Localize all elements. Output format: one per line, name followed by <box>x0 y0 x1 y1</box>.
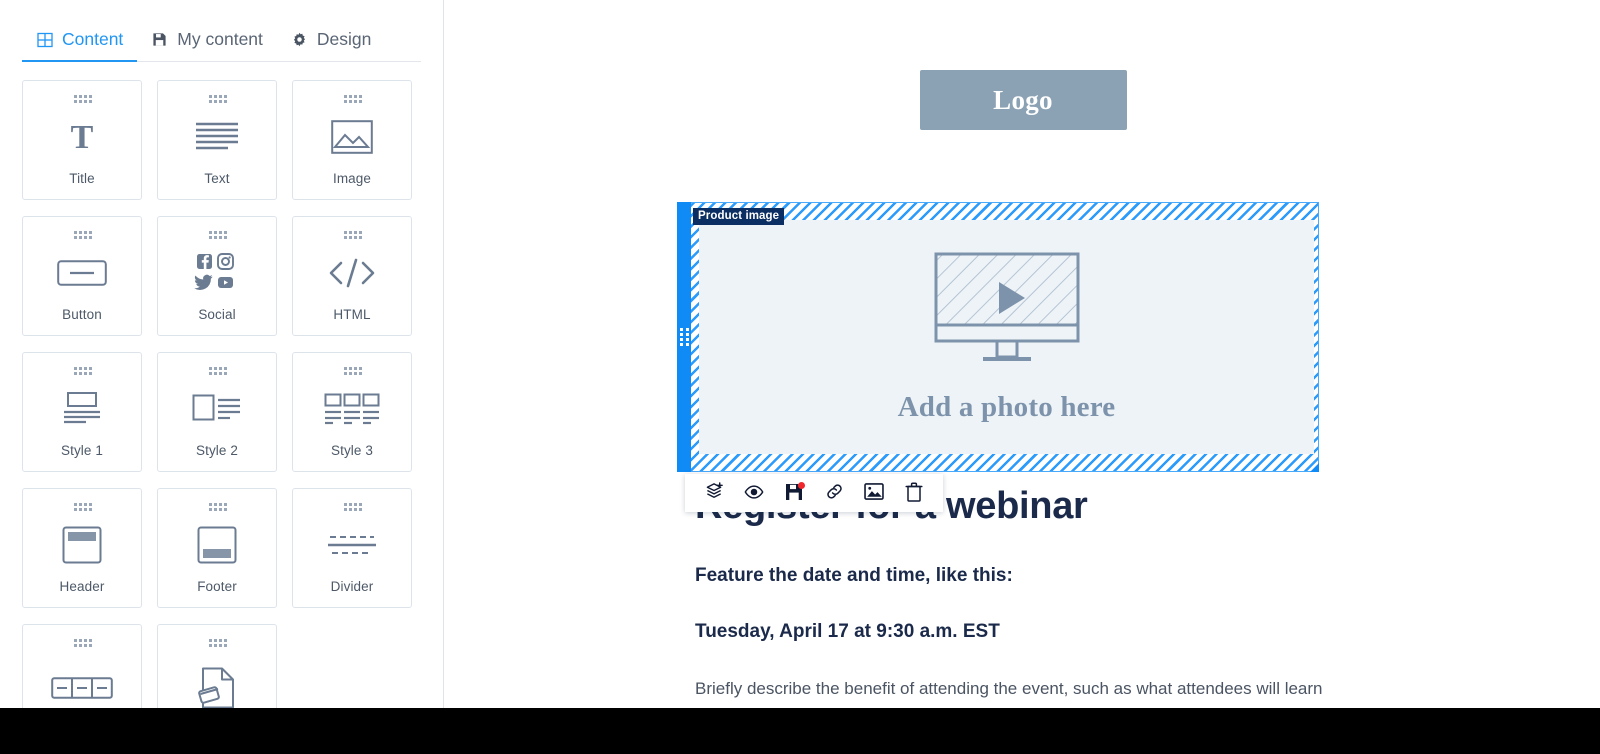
email-document: Logo <box>678 0 1368 130</box>
divider-icon <box>293 510 411 579</box>
block-header[interactable]: Header <box>22 488 142 608</box>
drag-dots-icon <box>208 367 228 375</box>
image-icon <box>293 102 411 171</box>
add-layer-icon <box>705 482 724 504</box>
drag-dots-icon <box>208 503 228 511</box>
email-body-text: Briefly describe the benefit of attendin… <box>695 678 1323 698</box>
style-1-icon <box>23 374 141 443</box>
tab-design-label: Design <box>316 29 372 49</box>
footer-icon <box>158 510 276 579</box>
block-type-badge: Product image <box>693 208 785 225</box>
drag-dots-icon <box>73 503 93 511</box>
link-button[interactable] <box>814 474 854 512</box>
block-button[interactable]: Button <box>22 216 142 336</box>
tab-design[interactable]: Design <box>277 29 385 62</box>
sidebar-tabs: Content My content Design <box>0 0 443 62</box>
block-file-card[interactable] <box>157 624 277 708</box>
block-style-3[interactable]: Style 3 <box>292 352 412 472</box>
block-toolbar <box>685 474 943 512</box>
image-icon <box>864 483 884 503</box>
email-datetime: Tuesday, April 17 at 9:30 a.m. EST <box>695 620 1000 642</box>
tab-my-content[interactable]: My content <box>137 29 277 62</box>
trash-icon <box>905 481 923 505</box>
svg-text:T: T <box>71 119 94 156</box>
block-style-1[interactable]: Style 1 <box>22 352 142 472</box>
code-icon <box>293 238 411 307</box>
drag-dots-icon <box>73 95 93 103</box>
block-text[interactable]: Text <box>157 80 277 200</box>
logo-placeholder[interactable]: Logo <box>919 70 1127 130</box>
resize-handle[interactable] <box>1310 463 1319 472</box>
button-icon <box>23 238 141 307</box>
block-social-label: Social <box>198 307 236 322</box>
drag-dots-icon <box>73 367 93 375</box>
email-copy-block[interactable]: Register for a webinar Feature the date … <box>677 484 1367 702</box>
tab-my-content-label: My content <box>177 29 263 49</box>
eye-icon <box>744 482 764 505</box>
block-style-3-label: Style 3 <box>331 443 373 458</box>
app-root: Content My content Design T Title Text I… <box>0 0 1600 754</box>
block-drag-handle[interactable] <box>677 202 691 472</box>
style-2-icon <box>158 374 276 443</box>
content-blocks-grid: T Title Text Image Button Social HTML St… <box>0 62 443 708</box>
block-social[interactable]: Social <box>157 216 277 336</box>
columns-icon <box>23 646 141 708</box>
drag-dots-icon <box>343 503 363 511</box>
social-icons <box>158 238 276 307</box>
drag-dots-icon <box>208 95 228 103</box>
drag-dots-icon <box>343 95 363 103</box>
file-card-icon <box>158 646 276 708</box>
add-photo-text: Add a photo here <box>897 390 1116 423</box>
drag-grip-icon <box>679 327 689 347</box>
logo-block[interactable]: Logo <box>678 0 1368 130</box>
tab-content[interactable]: Content <box>22 29 138 62</box>
block-style-2-label: Style 2 <box>196 443 238 458</box>
grid-icon <box>36 31 53 48</box>
block-title-label: Title <box>69 171 95 186</box>
bottom-bar <box>0 708 1600 754</box>
link-icon <box>825 482 844 504</box>
save-block-button[interactable] <box>774 474 814 512</box>
image-placeholder-area[interactable]: Add a photo here <box>699 220 1314 454</box>
content-sidebar: Content My content Design T Title Text I… <box>0 0 444 708</box>
email-subheading: Feature the date and time, like this: <box>695 564 1013 586</box>
block-html[interactable]: HTML <box>292 216 412 336</box>
block-columns[interactable] <box>22 624 142 708</box>
block-button-label: Button <box>62 307 102 322</box>
block-html-label: HTML <box>333 307 371 322</box>
gear-icon <box>291 31 308 48</box>
block-header-label: Header <box>59 579 105 594</box>
drag-dots-icon <box>208 639 228 647</box>
block-image[interactable]: Image <box>292 80 412 200</box>
block-style-1-label: Style 1 <box>61 443 103 458</box>
block-divider[interactable]: Divider <box>292 488 412 608</box>
replace-image-button[interactable] <box>854 474 894 512</box>
block-footer-label: Footer <box>197 579 237 594</box>
preview-button[interactable] <box>734 474 774 512</box>
block-title[interactable]: T Title <box>22 80 142 200</box>
unsaved-changes-badge <box>798 482 805 489</box>
tab-content-label: Content <box>62 29 124 49</box>
duplicate-block-button[interactable] <box>694 474 734 512</box>
block-footer[interactable]: Footer <box>157 488 277 608</box>
header-icon <box>23 510 141 579</box>
drag-dots-icon <box>343 367 363 375</box>
drag-dots-icon <box>73 639 93 647</box>
block-style-2[interactable]: Style 2 <box>157 352 277 472</box>
drag-dots-icon <box>208 231 228 239</box>
monitor-photo-icon <box>934 252 1079 361</box>
save-icon <box>151 31 168 48</box>
text-lines-icon <box>158 102 276 171</box>
block-image-label: Image <box>332 171 372 186</box>
block-divider-label: Divider <box>330 579 374 594</box>
delete-block-button[interactable] <box>894 474 934 512</box>
email-canvas[interactable]: Logo Add a photo here Product image webi… <box>445 0 1600 708</box>
drag-dots-icon <box>343 231 363 239</box>
block-text-label: Text <box>204 171 230 186</box>
style-3-icon <box>293 374 411 443</box>
drag-dots-icon <box>73 231 93 239</box>
selected-image-block[interactable]: Add a photo here Product image <box>677 202 1319 472</box>
title-icon: T <box>23 102 141 171</box>
